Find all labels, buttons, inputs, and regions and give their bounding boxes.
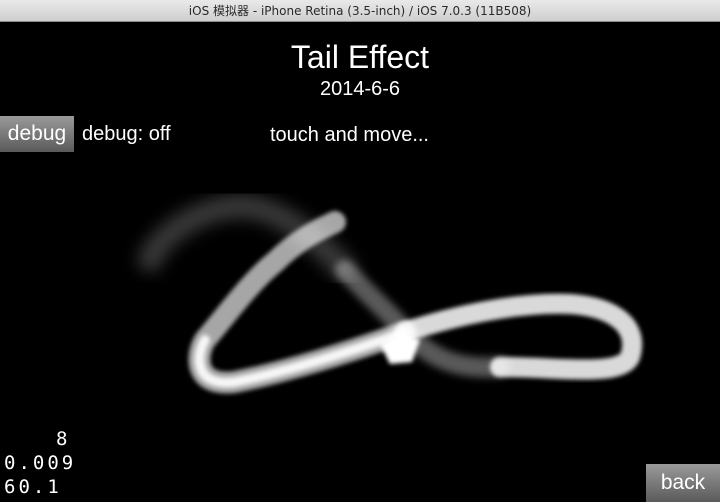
back-button[interactable]: back bbox=[646, 464, 720, 502]
scene-title: Tail Effect bbox=[290, 39, 430, 75]
simulator-screen[interactable]: Tail Effect 2014-6-6 touch and move... d… bbox=[0, 22, 720, 502]
stat-fps: 60.1 bbox=[4, 476, 62, 498]
debug-status: debug: off bbox=[82, 123, 171, 145]
window-title: iOS 模拟器 - iPhone Retina (3.5-inch) / iOS… bbox=[188, 4, 532, 18]
fps-stats: 8 0.009 60.1 bbox=[4, 427, 76, 499]
stat-frame-time: 0.009 bbox=[4, 452, 77, 474]
debug-button[interactable]: debug bbox=[0, 116, 74, 152]
stat-draw-calls: 8 bbox=[56, 428, 71, 450]
window-titlebar: iOS 模拟器 - iPhone Retina (3.5-inch) / iOS… bbox=[0, 0, 720, 22]
scene-date: 2014-6-6 bbox=[319, 78, 401, 100]
touch-hint: touch and move... bbox=[270, 124, 429, 146]
